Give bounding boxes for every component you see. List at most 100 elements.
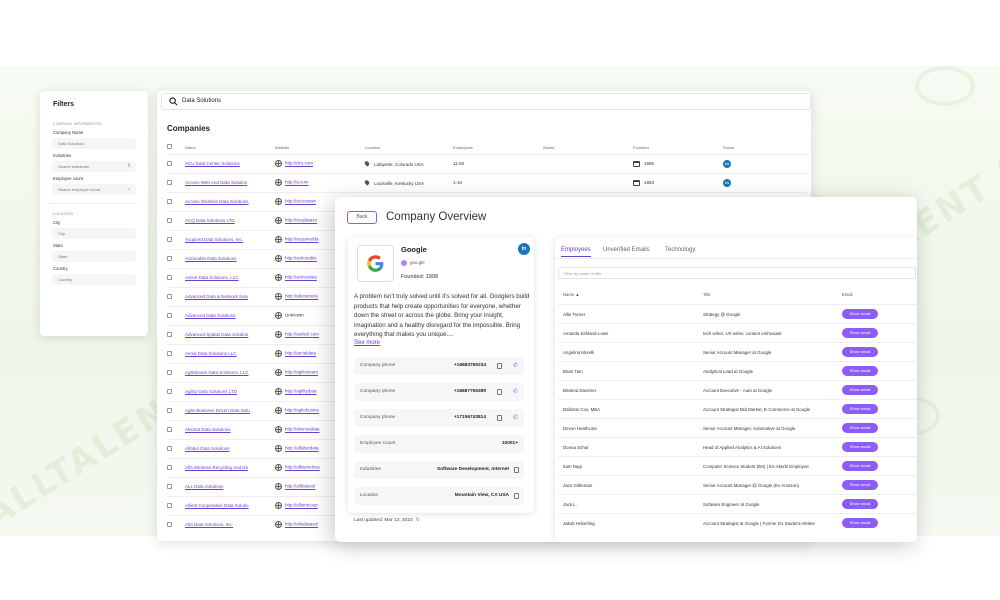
see-more-link[interactable]: See more	[354, 340, 380, 346]
website-link[interactable]: http://a.com	[285, 180, 309, 185]
website-link[interactable]: http://advnetsolu	[285, 294, 318, 299]
col-employee-email[interactable]: Email	[842, 292, 852, 297]
employee-row[interactable]: Donna Schut Head of Applied Analytics & A…	[558, 437, 917, 456]
tab-employees[interactable]: Employees	[561, 247, 591, 257]
col-employees[interactable]: Employees	[453, 141, 543, 154]
tab-unverified-emails[interactable]: Unverified Emails	[603, 247, 650, 253]
row-checkbox[interactable]	[167, 407, 172, 413]
linkedin-icon[interactable]: in	[518, 243, 530, 255]
row-checkbox[interactable]	[167, 198, 172, 204]
employee-count-select[interactable]: Search employee count ⌄	[52, 184, 136, 195]
row-checkbox[interactable]	[167, 426, 172, 432]
row-checkbox[interactable]	[167, 179, 172, 185]
row-checkbox[interactable]	[167, 350, 172, 356]
tab-technology[interactable]: Technology	[665, 247, 695, 253]
linkedin-icon[interactable]: in	[723, 159, 731, 168]
show-email-button[interactable]: Show email	[842, 499, 878, 509]
row-checkbox[interactable]	[167, 160, 172, 166]
show-email-button[interactable]: Show email	[842, 309, 878, 319]
website-link[interactable]: http://alfawireless	[285, 465, 320, 470]
country-input[interactable]: Country	[52, 274, 136, 285]
website-link[interactable]: http://accesswir	[285, 199, 316, 204]
show-email-button[interactable]: Show email	[842, 366, 878, 376]
company-name-link[interactable]: ALL Data Solutions	[185, 484, 223, 489]
employee-row[interactable]: Jace Gittleman Senior Account Manager @ G…	[558, 475, 917, 494]
website-link[interactable]: http://acqdataso	[285, 218, 317, 223]
website-link[interactable]: http://alldatasol	[285, 484, 315, 489]
row-checkbox[interactable]	[167, 274, 172, 280]
row-checkbox[interactable]	[167, 293, 172, 299]
website-link[interactable]: http://actionable	[285, 256, 317, 261]
state-input[interactable]: State	[52, 251, 136, 262]
company-name-link[interactable]: Alfa Wireless Recycling And Da	[185, 465, 248, 470]
copy-icon[interactable]	[514, 493, 519, 499]
company-name-link[interactable]: Advanced Data Solutions	[185, 313, 236, 318]
website-link[interactable]: http://aerialdata	[285, 351, 316, 356]
refresh-icon[interactable]: ↻	[416, 518, 420, 523]
row-checkbox[interactable]	[167, 521, 172, 527]
company-name-link[interactable]: Alta Data Solutions, Inc.	[185, 522, 233, 527]
col-location[interactable]: Location	[365, 141, 453, 154]
employee-row[interactable]: Dallonte Cox, MBA Account Strategist Mid …	[558, 399, 917, 418]
col-website[interactable]: Website	[275, 141, 365, 154]
website-link[interactable]: http://asdsol.com	[285, 332, 319, 337]
copy-icon[interactable]	[497, 389, 502, 395]
company-name-link[interactable]: Agility Data Solutions LTD	[185, 389, 237, 394]
company-name-link[interactable]: Allient Cooperative Data Solutio	[185, 503, 249, 508]
website-link[interactable]: http://agilistream	[285, 370, 318, 375]
employee-row[interactable]: Jack L. Software Engineer at Google Show e…	[558, 494, 917, 513]
website-link[interactable]: http://acquiredda	[285, 237, 319, 242]
employee-row[interactable]: Jakob Heberling Account Strategist at Goo…	[558, 513, 917, 532]
row-checkbox[interactable]	[167, 388, 172, 394]
show-email-button[interactable]: Show email	[842, 518, 878, 528]
phone-icon[interactable]: ✆	[513, 414, 518, 421]
row-checkbox[interactable]	[167, 312, 172, 318]
show-email-button[interactable]: Show email	[842, 404, 878, 414]
website-link[interactable]: Unknown	[285, 313, 304, 318]
company-name-link[interactable]: Active Data Solutions, LLC	[185, 275, 239, 280]
employee-row[interactable]: Itam Nagi Computer Science Student (BS) |…	[558, 456, 917, 475]
col-employee-name[interactable]: Name ▲	[563, 292, 579, 297]
company-name-link[interactable]: Agilistream Data Solutions, LLC	[185, 370, 249, 375]
employee-row[interactable]: Brian Tam Analytical Lead at Google Show e…	[558, 361, 917, 380]
col-founded[interactable]: Founded	[633, 141, 723, 154]
phone-icon[interactable]: ✆	[513, 362, 518, 369]
row-checkbox[interactable]	[167, 445, 172, 451]
show-email-button[interactable]: Show email	[842, 442, 878, 452]
col-saved[interactable]: Saved	[543, 141, 633, 154]
industries-select[interactable]: Search industries ⇕	[52, 161, 136, 172]
col-social[interactable]: Social	[723, 141, 807, 154]
employee-row[interactable]: Amanda Kirkland-Lowe tech writer, UX writ…	[558, 323, 917, 342]
show-email-button[interactable]: Show email	[842, 328, 878, 338]
row-checkbox[interactable]	[167, 217, 172, 223]
show-email-button[interactable]: Show email	[842, 461, 878, 471]
show-email-button[interactable]: Show email	[842, 347, 878, 357]
website-link[interactable]: http://dcs.com	[285, 161, 313, 166]
website-link[interactable]: http://alfabetdata	[285, 446, 319, 451]
website-link[interactable]: http://allientcoop	[285, 503, 318, 508]
company-name-link[interactable]: Agile Business Driven Data Solu	[185, 408, 250, 413]
copy-icon[interactable]	[514, 467, 519, 473]
row-checkbox[interactable]	[167, 369, 172, 375]
website-link[interactable]: http://agilitydata	[285, 389, 317, 394]
employee-row[interactable]: Allie Turner Strategy @ Google Show email	[558, 304, 917, 323]
website-link[interactable]: http://altadatasol	[285, 522, 318, 527]
show-email-button[interactable]: Show email	[842, 423, 878, 433]
row-checkbox[interactable]	[167, 483, 172, 489]
linkedin-icon[interactable]: in	[723, 178, 731, 187]
select-all-checkbox[interactable]	[167, 144, 172, 150]
company-name-link[interactable]: Aerial Data Solutions LLC	[185, 351, 237, 356]
company-name-link[interactable]: ACU Data Center Solutions	[185, 161, 240, 166]
company-name-input[interactable]: Data Solutions	[52, 138, 136, 149]
company-name-link[interactable]: Advanced Spatial Data Solution	[185, 332, 248, 337]
phone-icon[interactable]: ✆	[513, 388, 518, 395]
show-email-button[interactable]: Show email	[842, 385, 878, 395]
row-checkbox[interactable]	[167, 236, 172, 242]
copy-icon[interactable]	[497, 363, 502, 369]
employee-row[interactable]: Angelina Morelli Senior Account Manager a…	[558, 342, 917, 361]
employee-filter-input[interactable]: Filter by name or title	[558, 267, 916, 279]
website-link[interactable]: http://agilebusine	[285, 408, 319, 413]
col-name[interactable]: Name	[185, 141, 275, 154]
website-link[interactable]: http://activedata	[285, 275, 317, 280]
row-checkbox[interactable]	[167, 464, 172, 470]
